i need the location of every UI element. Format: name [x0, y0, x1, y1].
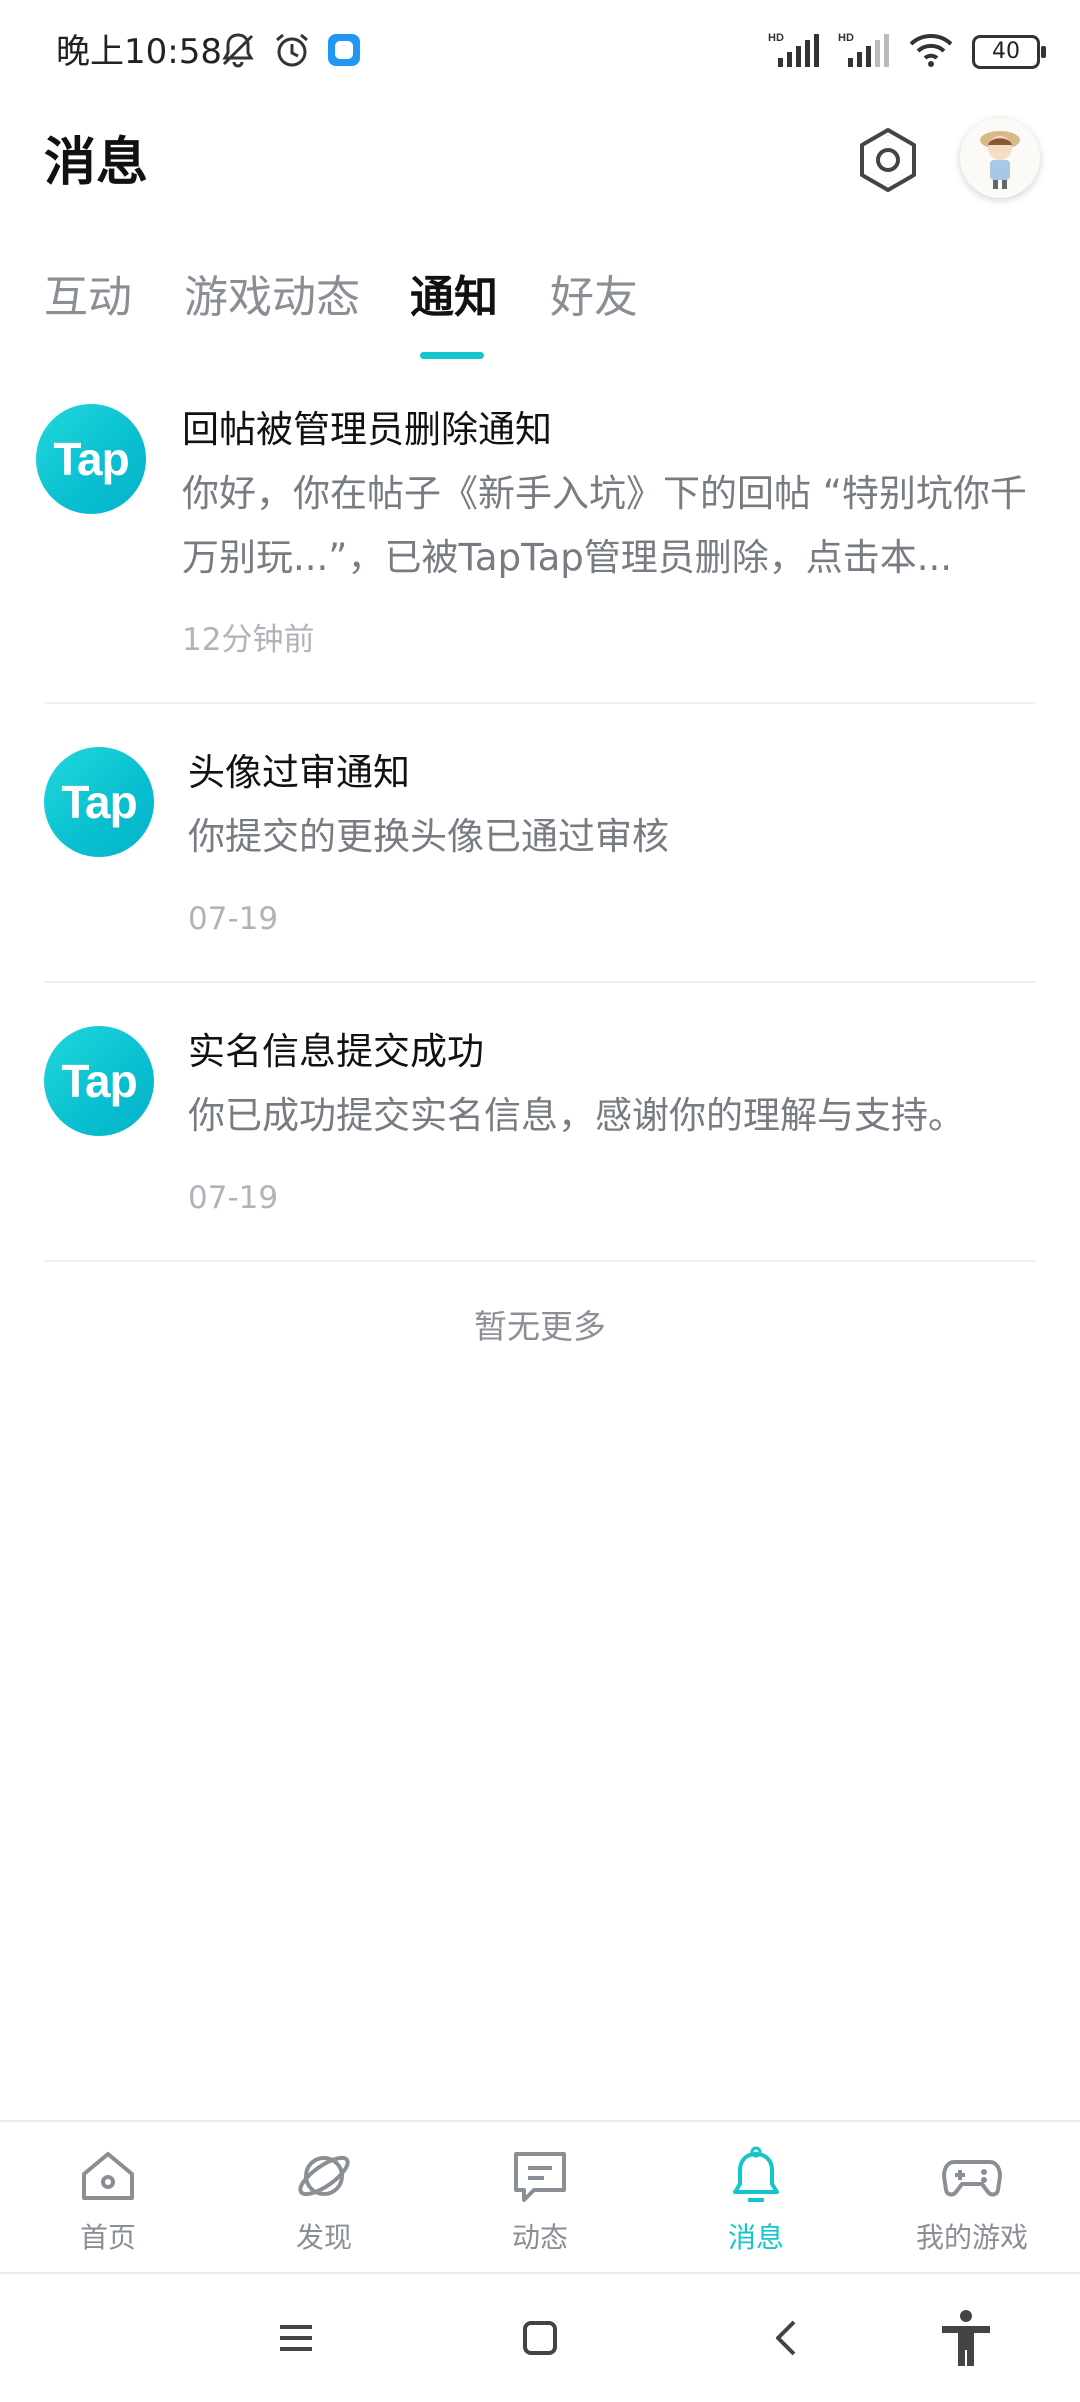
nav-label: 我的游戏 — [915, 2221, 1028, 2254]
back-button[interactable] — [758, 2308, 818, 2368]
logo-text: Tap — [61, 776, 137, 828]
avatar[interactable] — [960, 118, 1040, 198]
bottom-nav: 首页 发现 动态 消息 我的游戏 — [0, 2120, 1080, 2272]
bell-icon — [733, 2146, 779, 2202]
notification-time: 07-19 — [188, 901, 279, 937]
taptap-logo: Tap — [44, 1026, 154, 1136]
accessibility-button[interactable] — [936, 2308, 996, 2368]
status-right-icons: HD HD 40 — [768, 28, 1046, 76]
nav-label: 消息 — [727, 2221, 784, 2254]
settings-button[interactable] — [852, 126, 924, 198]
taptap-logo: Tap — [36, 404, 146, 514]
notification-body: 你已成功提交实名信息，感谢你的理解与支持。 — [188, 1094, 965, 1137]
notification-time: 07-19 — [188, 1180, 279, 1216]
alarm-icon — [272, 30, 312, 74]
nav-my-games[interactable]: 我的游戏 — [872, 2144, 1072, 2256]
battery-indicator: 40 — [972, 35, 1046, 69]
home-button[interactable] — [510, 2308, 570, 2368]
divider — [44, 1260, 1036, 1262]
nav-messages[interactable]: 消息 — [656, 2144, 856, 2256]
notification-item[interactable]: Tap 回帖被管理员删除通知 你好，你在帖子《新手入坑》下的回帖 “特别坑你千万… — [0, 400, 1080, 705]
avatar-illustration — [980, 131, 1020, 189]
divider — [44, 702, 1036, 704]
planet-icon — [298, 2155, 350, 2197]
settings-hexagon-icon — [854, 126, 922, 198]
status-bar: 晚上10:58 HD HD 40 — [0, 0, 1080, 100]
hd-signal-2-icon: HD — [838, 30, 890, 74]
nav-home[interactable]: 首页 — [8, 2144, 208, 2256]
nav-label: 首页 — [79, 2221, 136, 2254]
svg-text:HD: HD — [838, 32, 854, 44]
svg-text:HD: HD — [768, 32, 784, 44]
app-notification-icon — [326, 32, 362, 72]
notification-body: 你提交的更换头像已通过审核 — [188, 815, 669, 858]
bell-off-icon — [218, 30, 258, 74]
home-square-icon — [523, 2321, 557, 2355]
notification-item[interactable]: Tap 实名信息提交成功 你已成功提交实名信息，感谢你的理解与支持。 07-19 — [0, 1024, 1080, 1264]
status-time: 晚上10:58 — [56, 32, 222, 72]
nav-label: 发现 — [295, 2221, 352, 2254]
menu-icon — [280, 2325, 312, 2351]
back-icon — [776, 2320, 796, 2356]
page-title: 消息 — [44, 133, 149, 193]
tab-game-updates[interactable]: 游戏动态 — [184, 268, 360, 328]
menu-button[interactable] — [266, 2308, 326, 2368]
notification-title: 回帖被管理员删除通知 — [182, 408, 552, 451]
nav-discover[interactable]: 发现 — [224, 2144, 424, 2256]
tab-friends[interactable]: 好友 — [550, 268, 638, 328]
hd-signal-1-icon: HD — [768, 30, 820, 74]
nav-feed[interactable]: 动态 — [440, 2144, 640, 2256]
chat-icon — [514, 2152, 566, 2202]
accessibility-icon — [942, 2310, 990, 2366]
no-more-text: 暂无更多 — [474, 1307, 606, 1346]
active-tab-indicator — [420, 352, 484, 359]
status-left-icons — [218, 30, 362, 74]
logo-text: Tap — [61, 1055, 137, 1107]
home-icon — [82, 2152, 134, 2200]
notification-body: 你好，你在帖子《新手入坑》下的回帖 “特别坑你千万别玩...”，已被TapTap… — [182, 472, 1027, 579]
notification-time: 12分钟前 — [182, 622, 315, 658]
system-navigation-bar — [0, 2272, 1080, 2402]
tab-notifications[interactable]: 通知 — [410, 268, 498, 328]
notification-title: 头像过审通知 — [188, 751, 410, 794]
logo-text: Tap — [53, 433, 129, 485]
gamepad-icon — [942, 2160, 1002, 2197]
wifi-icon — [908, 32, 954, 72]
taptap-logo: Tap — [44, 747, 154, 857]
divider — [44, 981, 1036, 983]
nav-label: 动态 — [511, 2221, 568, 2254]
notification-item[interactable]: Tap 头像过审通知 你提交的更换头像已通过审核 07-19 — [0, 745, 1080, 985]
tab-interaction[interactable]: 互动 — [44, 268, 132, 328]
notification-title: 实名信息提交成功 — [188, 1030, 484, 1073]
